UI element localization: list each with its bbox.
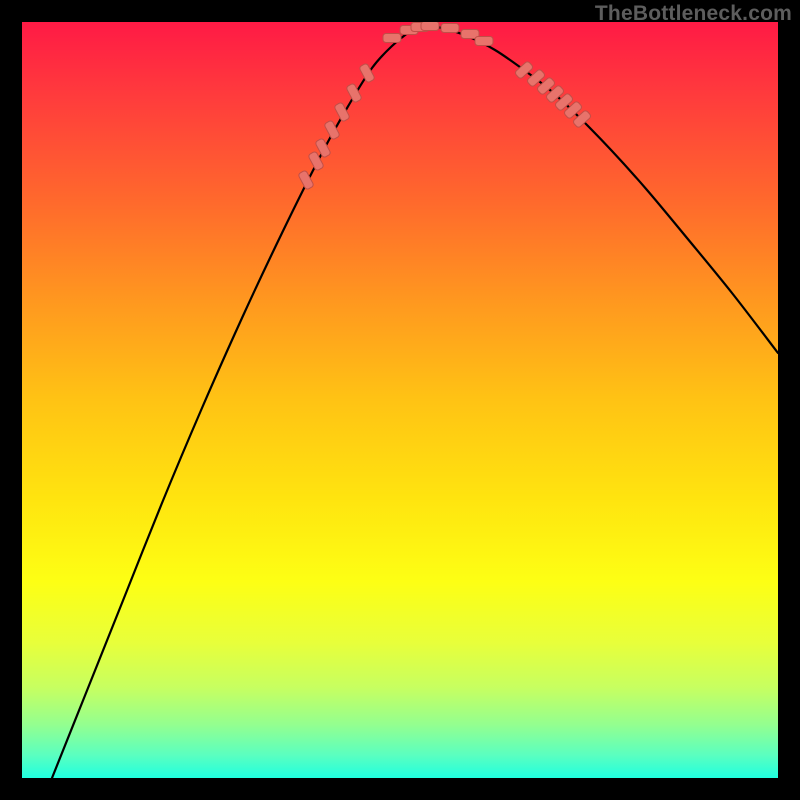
marker-bottom <box>441 24 459 33</box>
markers-group <box>298 22 592 190</box>
attribution-text: TheBottleneck.com <box>595 2 792 26</box>
chart-svg <box>22 22 778 778</box>
marker-bottom <box>383 34 401 43</box>
right-curve <box>422 25 778 353</box>
chart-frame: TheBottleneck.com <box>0 0 800 800</box>
left-curve <box>52 25 422 778</box>
curve-group <box>52 25 778 778</box>
marker-bottom <box>475 37 493 46</box>
chart-gradient-background <box>22 22 778 778</box>
marker-bottom <box>421 22 439 31</box>
